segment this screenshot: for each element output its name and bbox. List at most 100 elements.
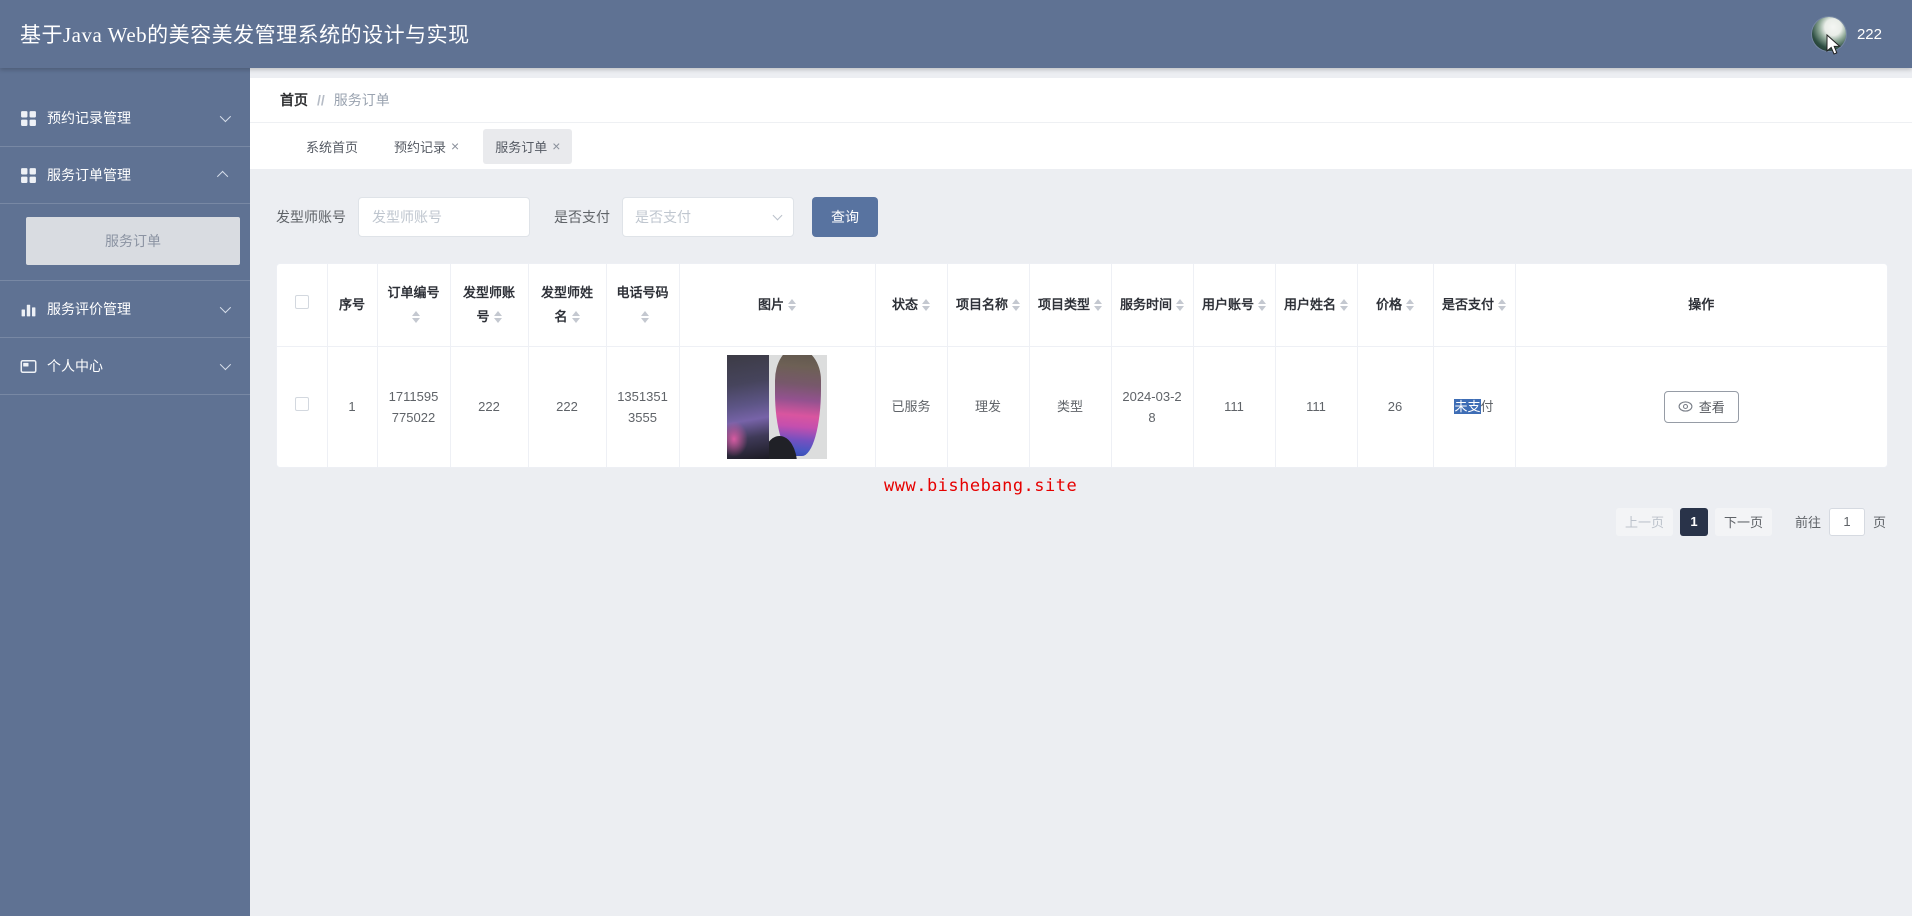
stylist-account-input[interactable] [358, 197, 530, 237]
eye-icon [1678, 401, 1693, 412]
sort-carets-icon [1176, 295, 1184, 315]
bar-chart-icon [21, 304, 36, 316]
goto-page-input[interactable] [1828, 507, 1865, 536]
page-number-1[interactable]: 1 [1679, 507, 1708, 536]
pay-status-rest-text: 付 [1480, 399, 1494, 414]
sort-carets-icon [922, 295, 930, 315]
user-avatar[interactable] [1811, 17, 1846, 51]
page-unit-label: 页 [1872, 515, 1886, 530]
pay-status-select[interactable]: 是否支付 [622, 197, 794, 237]
row-checkbox[interactable] [294, 397, 309, 411]
cell-project-name: 理发 [947, 346, 1030, 467]
cell-status: 已服务 [875, 346, 948, 467]
sidebar-item-label: 服务评价管理 [47, 301, 131, 317]
cell-pay-status: 未支付 [1433, 346, 1516, 467]
sort-carets-icon [493, 307, 502, 327]
hair-photo-right [769, 354, 827, 459]
top-header: 基于Java Web的美容美发管理系统的设计与实现 222 [0, 0, 1912, 68]
col-header-index: 序号 [327, 264, 378, 347]
sort-carets-icon [1498, 295, 1506, 315]
view-button-label: 查看 [1698, 400, 1725, 415]
tab-label: 预约记录 [394, 139, 447, 155]
breadcrumb-home-link[interactable]: 首页 [280, 90, 308, 110]
col-header-project-type[interactable]: 项目类型 [1029, 264, 1112, 347]
chevron-down-icon [219, 301, 232, 314]
username-label[interactable]: 222 [1857, 26, 1882, 43]
chevron-down-icon [772, 210, 783, 220]
cell-price: 26 [1357, 346, 1434, 467]
site-watermark: www.bishebang.site [884, 475, 1078, 496]
chevron-down-icon [219, 110, 232, 123]
breadcrumb: 首页 // 服务订单 [250, 78, 1912, 122]
sidebar-subitem-service-order[interactable]: 服务订单 [26, 217, 240, 265]
table-header-row: 序号 订单编号 发型师账号 发型师姓名 电话号码 图片 状态 项目名称 项目类型… [277, 264, 1887, 347]
cell-stylist-name: 222 [528, 346, 607, 467]
orders-table-card: 序号 订单编号 发型师账号 发型师姓名 电话号码 图片 状态 项目名称 项目类型… [276, 263, 1888, 468]
cell-stylist-account: 222 [450, 346, 529, 467]
sort-carets-icon [1406, 295, 1414, 315]
col-header-price[interactable]: 价格 [1357, 264, 1434, 347]
search-button[interactable]: 查询 [812, 197, 878, 237]
tag-tabs-bar: 系统首页 预约记录 × 服务订单 × [250, 122, 1912, 169]
col-header-order-no[interactable]: 订单编号 [377, 264, 451, 347]
sidebar-item-service-reviews[interactable]: 服务评价管理 [0, 281, 250, 338]
user-menu[interactable]: 222 [1811, 17, 1882, 55]
sort-carets-icon [640, 307, 649, 327]
pay-status-select-placeholder: 是否支付 [635, 209, 691, 225]
stylist-account-label: 发型师账号 [276, 209, 346, 225]
cell-image [679, 346, 876, 467]
cell-user-account: 111 [1193, 346, 1276, 467]
hair-dye-photo[interactable] [727, 354, 827, 459]
grid-icon [21, 167, 36, 183]
sidebar-item-service-orders[interactable]: 服务订单管理 [0, 147, 250, 204]
view-button[interactable]: 查看 [1663, 390, 1739, 423]
cell-select [277, 346, 328, 467]
prev-page-button[interactable]: 上一页 [1615, 507, 1673, 536]
cell-service-time: 2024-03-28 [1111, 346, 1194, 467]
pagination: 上一页 1 下一页 前往 页 [250, 507, 1886, 536]
cell-order-no: 1711595775022 [377, 346, 451, 467]
cell-project-type: 类型 [1029, 346, 1112, 467]
col-header-project-name[interactable]: 项目名称 [947, 264, 1030, 347]
close-icon[interactable]: × [451, 139, 459, 153]
next-page-button[interactable]: 下一页 [1714, 507, 1772, 536]
sidebar-submenu: 服务订单 [0, 204, 250, 281]
sort-carets-icon [411, 307, 420, 327]
col-header-service-time[interactable]: 服务时间 [1111, 264, 1194, 347]
col-header-status[interactable]: 状态 [875, 264, 948, 347]
cell-index: 1 [327, 346, 378, 467]
close-icon[interactable]: × [552, 139, 560, 153]
col-header-user-name[interactable]: 用户姓名 [1275, 264, 1358, 347]
tab-label: 系统首页 [306, 139, 359, 155]
tab-system-home[interactable]: 系统首页 [294, 129, 370, 164]
sidebar-item-label: 个人中心 [47, 358, 103, 374]
sort-carets-icon [1258, 295, 1266, 315]
pay-status-label: 是否支付 [554, 209, 610, 225]
select-all-checkbox[interactable] [294, 294, 309, 309]
col-header-phone[interactable]: 电话号码 [606, 264, 680, 347]
sort-carets-icon [788, 295, 796, 315]
col-header-pay-status[interactable]: 是否支付 [1433, 264, 1516, 347]
table-row: 1 1711595775022 222 222 13513513555 已服务 … [277, 346, 1887, 467]
sort-carets-icon [1094, 295, 1102, 315]
page-body: 发型师账号 是否支付 是否支付 查询 [250, 169, 1912, 916]
tab-service-order[interactable]: 服务订单 × [483, 128, 573, 164]
search-form: 发型师账号 是否支付 是否支付 查询 [276, 197, 1888, 237]
main-content: 首页 // 服务订单 系统首页 预约记录 × 服务订单 × 发型师账号 发型师账… [250, 68, 1912, 916]
col-header-stylist-account[interactable]: 发型师账号 [450, 264, 529, 347]
sidebar-item-label: 预约记录管理 [47, 110, 131, 126]
sidebar-item-personal-center[interactable]: 个人中心 [0, 338, 250, 395]
col-header-user-account[interactable]: 用户账号 [1193, 264, 1276, 347]
sidebar-item-booking-records[interactable]: 预约记录管理 [0, 90, 250, 147]
page-title: 基于Java Web的美容美发管理系统的设计与实现 [20, 23, 470, 47]
chevron-down-icon [219, 358, 232, 371]
orders-table: 序号 订单编号 发型师账号 发型师姓名 电话号码 图片 状态 项目名称 项目类型… [277, 264, 1887, 467]
hair-photo-left [727, 354, 769, 459]
tab-booking-records[interactable]: 预约记录 × [382, 129, 471, 164]
col-header-image[interactable]: 图片 [679, 264, 876, 347]
col-header-stylist-name[interactable]: 发型师姓名 [528, 264, 607, 347]
pay-status-selected-text: 未支 [1454, 399, 1481, 414]
grid-icon [21, 110, 36, 126]
chevron-up-icon [216, 170, 229, 183]
sidebar-subitem-label: 服务订单 [105, 233, 161, 249]
